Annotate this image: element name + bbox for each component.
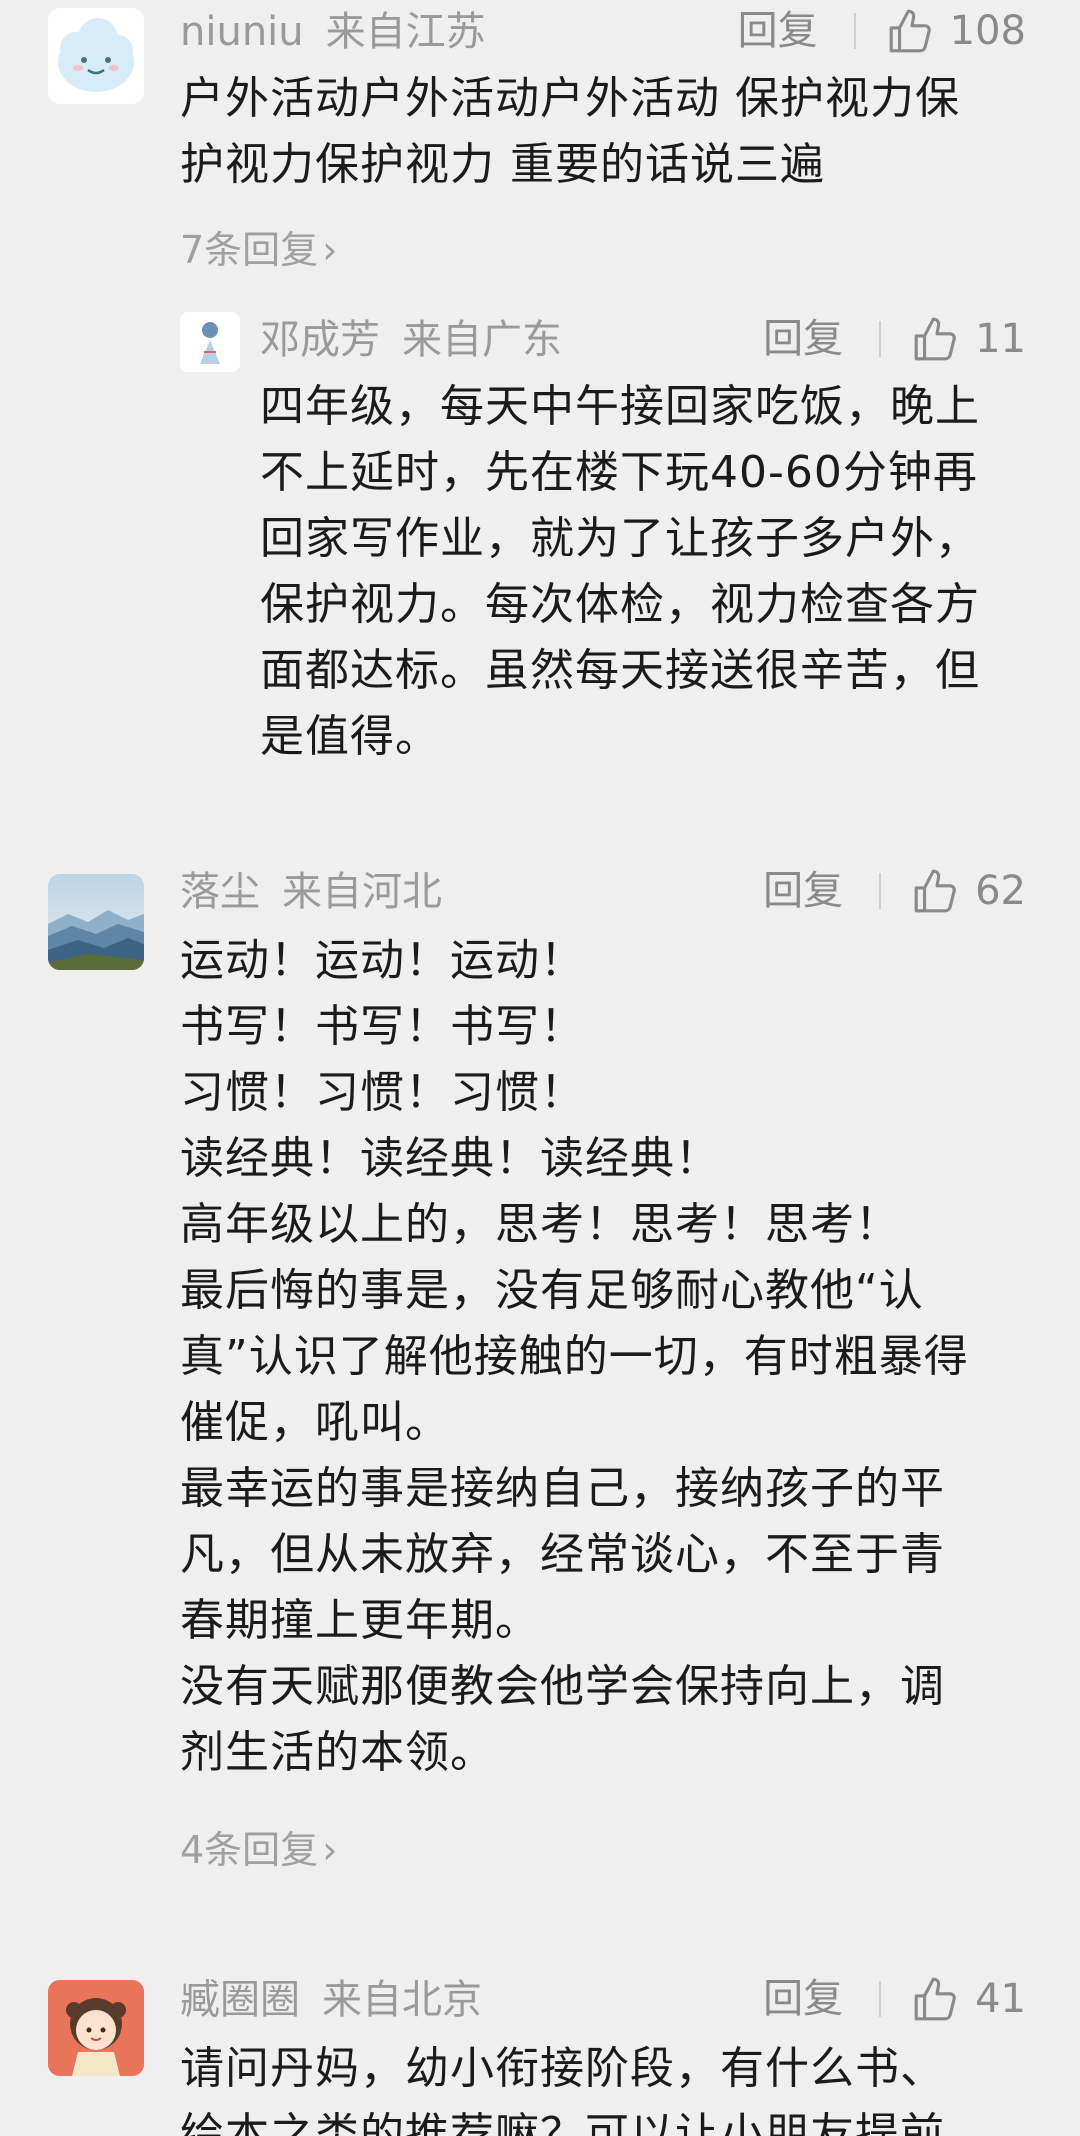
like-count: 62: [975, 868, 1026, 914]
mountain-landscape-icon: [48, 874, 144, 970]
reply-meta: 邓成芳 来自广东: [260, 316, 562, 364]
avatar[interactable]: [180, 312, 240, 372]
author-location: 来自北京: [322, 1977, 482, 2023]
like-count: 11: [975, 316, 1026, 362]
thumbs-up-icon[interactable]: [911, 866, 961, 916]
thumbs-up-icon[interactable]: [911, 314, 961, 364]
comment-actions: 回复 41: [763, 1974, 1026, 2024]
thumbs-up-icon[interactable]: [886, 6, 936, 56]
thumbs-up-icon[interactable]: [911, 1974, 961, 2024]
chevron-right-icon: ›: [322, 1828, 338, 1872]
text-line: 最幸运的事是接纳自己，接纳孩子的平: [180, 1463, 945, 1514]
like-count: 108: [949, 8, 1026, 54]
text-line: 运动！运动！运动！: [180, 935, 585, 986]
author-location: 来自广东: [402, 317, 562, 363]
text-line: 请问丹妈，幼小衔接阶段，有什么书、: [180, 2043, 945, 2094]
text-line: 面都达标。虽然每天接送很辛苦，但: [260, 645, 980, 696]
text-line: 户外活动户外活动户外活动 保护视力保: [180, 73, 960, 124]
comment-meta: 臧圈圈 来自北京: [180, 1976, 482, 2024]
avatar[interactable]: [48, 8, 144, 104]
text-line: 凡，但从未放弃，经常谈心，不至于青: [180, 1529, 945, 1580]
divider: [879, 1981, 882, 2017]
author-location: 来自江苏: [325, 9, 486, 55]
comment-text: 请问丹妈，幼小衔接阶段，有什么书、 绘本之类的推荐嘛？可以让小朋友提前: [180, 2036, 945, 2136]
view-replies-link[interactable]: 7条回复 ›: [180, 226, 337, 274]
comment-text: 户外活动户外活动户外活动 保护视力保 护视力保护视力 重要的话说三遍: [180, 66, 960, 198]
text-line: 四年级，每天中午接回家吃饭，晚上: [260, 381, 980, 432]
reply-button[interactable]: 回复: [738, 7, 818, 55]
cloud-face-icon: [48, 8, 144, 104]
text-line: 习惯！习惯！习惯！: [180, 1067, 585, 1118]
avatar[interactable]: [48, 874, 144, 970]
author-name[interactable]: 落尘: [180, 869, 260, 915]
text-line: 保护视力。每次体检，视力检查各方: [260, 579, 980, 630]
divider: [853, 13, 856, 49]
text-line: 读经典！读经典！读经典！: [180, 1133, 720, 1184]
divider: [879, 873, 882, 909]
text-line: 没有天赋那便教会他学会保持向上，调: [180, 1661, 945, 1712]
text-line: 最后悔的事是，没有足够耐心教他“认: [180, 1265, 924, 1316]
comment-meta: 落尘 来自河北: [180, 868, 442, 916]
reply-button[interactable]: 回复: [763, 867, 843, 915]
author-name[interactable]: 邓成芳: [260, 317, 380, 363]
author-name[interactable]: niuniu: [180, 9, 304, 55]
cartoon-girl-icon: [48, 1980, 144, 2076]
avatar[interactable]: [48, 1980, 144, 2076]
view-replies-link[interactable]: 4条回复 ›: [180, 1826, 337, 1874]
comment-meta: niuniu 来自江苏: [180, 8, 486, 56]
comment-actions: 回复 108: [738, 6, 1026, 56]
text-line: 春期撞上更年期。: [180, 1595, 540, 1646]
text-line: 剂生活的本领。: [180, 1727, 495, 1778]
text-line: 回家写作业，就为了让孩子多户外，: [260, 513, 980, 564]
divider: [879, 321, 882, 357]
comment-actions: 回复 62: [763, 866, 1026, 916]
text-line: 护视力保护视力 重要的话说三遍: [180, 139, 825, 190]
text-line: 催促，吼叫。: [180, 1397, 450, 1448]
author-name[interactable]: 臧圈圈: [180, 1977, 300, 2023]
comment-text: 运动！运动！运动！ 书写！书写！书写！ 习惯！习惯！习惯！ 读经典！读经典！读经…: [180, 928, 969, 1786]
text-line: 书写！书写！书写！: [180, 1001, 585, 1052]
reply-button[interactable]: 回复: [763, 315, 843, 363]
reply-text: 四年级，每天中午接回家吃饭，晚上 不上延时，先在楼下玩40-60分钟再 回家写作…: [260, 374, 980, 770]
text-line: 真”认识了解他接触的一切，有时粗暴得: [180, 1331, 969, 1382]
like-count: 41: [975, 1976, 1026, 2022]
figure-avatar-icon: [180, 312, 240, 372]
text-line: 不上延时，先在楼下玩40-60分钟再: [260, 447, 978, 498]
author-location: 来自河北: [282, 869, 442, 915]
reply-button[interactable]: 回复: [763, 1975, 843, 2023]
text-line: 绘本之类的推荐嘛？可以让小朋友提前: [180, 2109, 945, 2136]
reply-actions: 回复 11: [763, 314, 1026, 364]
chevron-right-icon: ›: [322, 228, 338, 272]
text-line: 高年级以上的，思考！思考！思考！: [180, 1199, 900, 1250]
text-line: 是值得。: [260, 711, 440, 762]
